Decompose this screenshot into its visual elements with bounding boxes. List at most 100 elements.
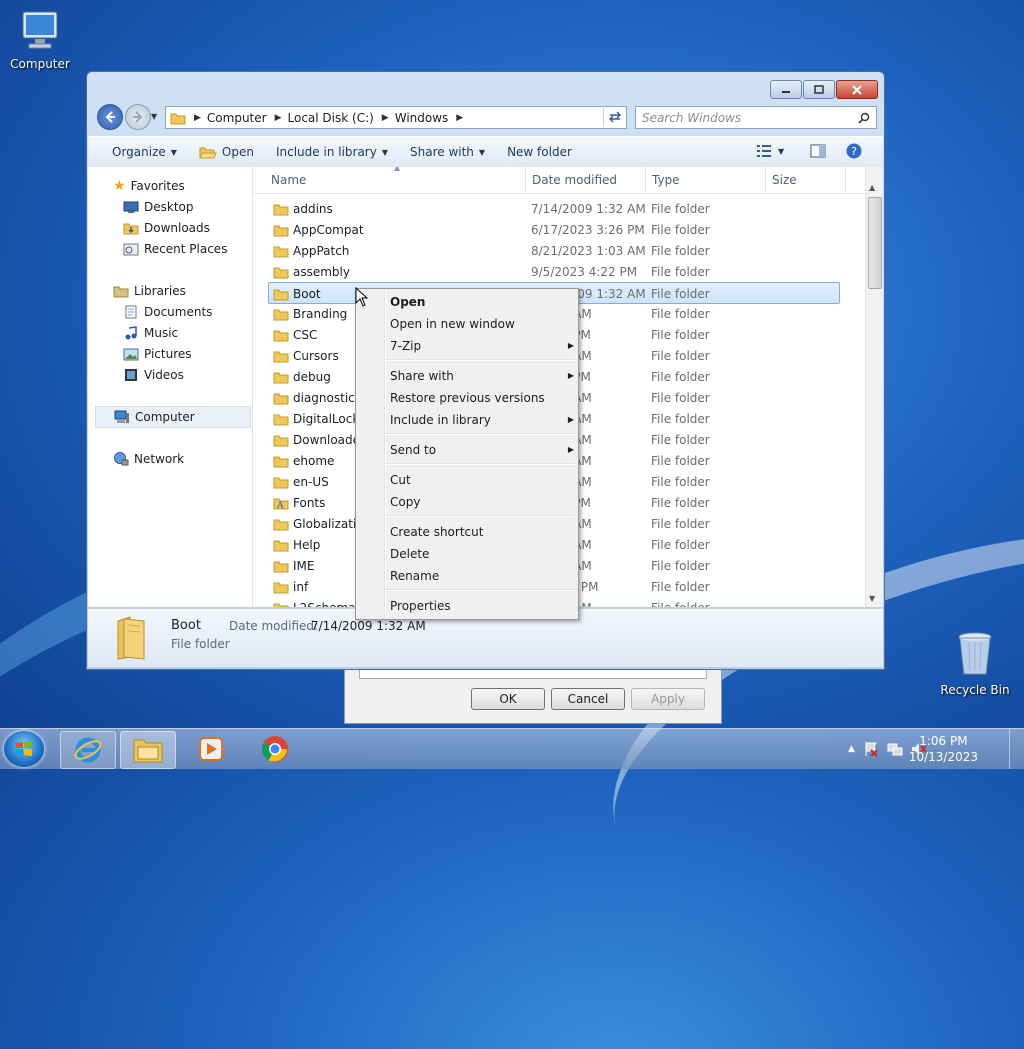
menu-item-open-new-window[interactable]: Open in new window	[390, 314, 570, 334]
menu-item-properties[interactable]: Properties	[390, 596, 570, 616]
file-name: ehome	[293, 454, 335, 468]
file-date: 9/5/2023 4:22 PM	[531, 265, 638, 279]
recent-pages-chevron-icon[interactable]: ▼	[151, 112, 157, 121]
refresh-button[interactable]	[603, 106, 626, 127]
videos-icon	[125, 369, 137, 381]
file-name: addins	[293, 202, 333, 216]
taskbar-chrome[interactable]	[248, 731, 302, 767]
show-hidden-icons-icon[interactable]: ▲	[848, 744, 855, 757]
menu-item-7zip[interactable]: 7-Zip ▶	[390, 336, 574, 356]
nav-libraries[interactable]: Libraries	[113, 281, 275, 301]
maximize-button[interactable]	[803, 80, 835, 99]
new-folder-button[interactable]: New folder	[507, 145, 572, 159]
table-row[interactable]: addins 7/14/2009 1:32 AM File folder	[269, 198, 839, 218]
menu-item-rename[interactable]: Rename	[390, 566, 570, 586]
folder-icon	[273, 603, 289, 607]
nav-favorites[interactable]: ★ Favorites	[113, 176, 275, 196]
folder-icon	[273, 225, 289, 237]
column-name[interactable]: Name	[271, 173, 306, 187]
action-center-flag-icon[interactable]	[863, 741, 879, 757]
nav-computer[interactable]: Computer	[95, 406, 251, 428]
table-row[interactable]: assembly 9/5/2023 4:22 PM File folder	[269, 261, 839, 281]
open-label: Open	[221, 145, 254, 159]
nav-network-label: Network	[134, 452, 185, 466]
folder-icon	[273, 309, 289, 321]
documents-icon	[125, 305, 137, 319]
folder-icon	[273, 351, 289, 363]
table-row[interactable]: AppCompat 6/17/2023 3:26 PM File folder	[269, 219, 839, 239]
network-tray-icon[interactable]	[887, 741, 903, 757]
menu-item-restore-versions[interactable]: Restore previous versions	[390, 388, 570, 408]
column-date-modified[interactable]: Date modified	[532, 173, 617, 187]
menu-separator	[386, 515, 574, 517]
column-size[interactable]: Size	[772, 173, 797, 187]
include-label: Include in library	[275, 145, 377, 159]
scrollbar-thumb[interactable]	[868, 197, 882, 289]
command-bar: Organize ▼ Open Include in library ▼ Share…	[88, 136, 883, 168]
include-in-library-button[interactable]: Include in library ▼	[276, 145, 388, 159]
menu-item-create-shortcut[interactable]: Create shortcut	[390, 522, 570, 542]
desktop-icon-label: Computer	[10, 57, 70, 71]
menu-item-share-with[interactable]: Share with ▶	[390, 366, 574, 386]
file-type: File folder	[651, 412, 710, 426]
vertical-scrollbar[interactable]: ▲ ▼	[865, 167, 883, 607]
menu-item-include-library[interactable]: Include in library ▶	[390, 410, 574, 430]
file-type: File folder	[651, 244, 710, 258]
apply-button[interactable]: Apply	[631, 688, 705, 710]
desktop-icon-computer[interactable]: Computer	[0, 8, 80, 71]
menu-item-open[interactable]: Open	[390, 292, 570, 312]
breadcrumb-local-disk[interactable]: Local Disk (C:)	[288, 111, 374, 125]
back-button[interactable]	[97, 104, 123, 130]
cancel-button[interactable]: Cancel	[551, 688, 625, 710]
breadcrumb-windows[interactable]: Windows	[395, 111, 449, 125]
details-view-icon	[757, 145, 771, 157]
start-button[interactable]	[4, 731, 44, 767]
desktop-icon-recycle-bin[interactable]: Recycle Bin	[935, 630, 1015, 697]
nav-libraries-label: Libraries	[134, 284, 186, 298]
taskbar-internet-explorer[interactable]	[60, 731, 116, 769]
submenu-arrow-icon: ▶	[567, 415, 574, 424]
scroll-down-icon[interactable]: ▼	[869, 594, 875, 603]
table-row[interactable]: AppPatch 8/21/2023 1:03 AM File folder	[269, 240, 839, 260]
ok-button[interactable]: OK	[471, 688, 545, 710]
computer-icon	[114, 410, 129, 423]
folder-icon	[273, 435, 289, 447]
menu-item-copy[interactable]: Copy	[390, 492, 570, 512]
share-with-button[interactable]: Share with ▼	[410, 145, 485, 159]
file-type: File folder	[651, 349, 710, 363]
caption-buttons	[770, 80, 878, 99]
system-clock[interactable]: 1:06 PM 10/13/2023	[909, 733, 978, 765]
nav-network[interactable]: Network	[113, 449, 275, 469]
menu-item-delete[interactable]: Delete	[390, 544, 570, 564]
file-type: File folder	[651, 307, 710, 321]
nav-computer-label: Computer	[135, 410, 195, 424]
preview-pane-button[interactable]	[810, 144, 826, 161]
organize-button[interactable]: Organize ▼	[112, 145, 177, 159]
search-placeholder: Search Windows	[642, 110, 742, 125]
file-name: Boot	[293, 287, 321, 301]
taskbar-explorer[interactable]	[120, 731, 176, 769]
forward-button[interactable]	[125, 104, 151, 130]
close-button[interactable]	[836, 80, 878, 99]
minimize-button[interactable]	[770, 80, 802, 99]
view-options-button[interactable]: ▼	[756, 144, 784, 158]
file-type: File folder	[651, 559, 710, 573]
open-button[interactable]: Open	[199, 145, 254, 159]
search-input[interactable]: Search Windows	[635, 106, 877, 129]
column-type[interactable]: Type	[652, 173, 680, 187]
file-name: AppCompat	[293, 223, 364, 237]
menu-item-cut[interactable]: Cut	[390, 470, 570, 490]
menu-item-include-label: Include in library	[390, 413, 491, 427]
nav-pictures-label: Pictures	[144, 347, 192, 361]
desktop-icon-label: Recycle Bin	[940, 683, 1010, 697]
scroll-up-icon[interactable]: ▲	[869, 183, 875, 192]
file-type: File folder	[651, 475, 710, 489]
menu-item-send-to[interactable]: Send to ▶	[390, 440, 574, 460]
breadcrumb-computer[interactable]: Computer	[207, 111, 267, 125]
taskbar-media-player[interactable]	[184, 731, 238, 767]
show-desktop-button[interactable]	[1009, 729, 1024, 769]
address-bar[interactable]: ▶ Computer ▶ Local Disk (C:) ▶ Windows ▶	[165, 106, 627, 129]
details-type: File folder	[171, 637, 230, 651]
help-button[interactable]: ?	[846, 143, 862, 162]
chevron-down-icon: ▼	[170, 147, 177, 157]
